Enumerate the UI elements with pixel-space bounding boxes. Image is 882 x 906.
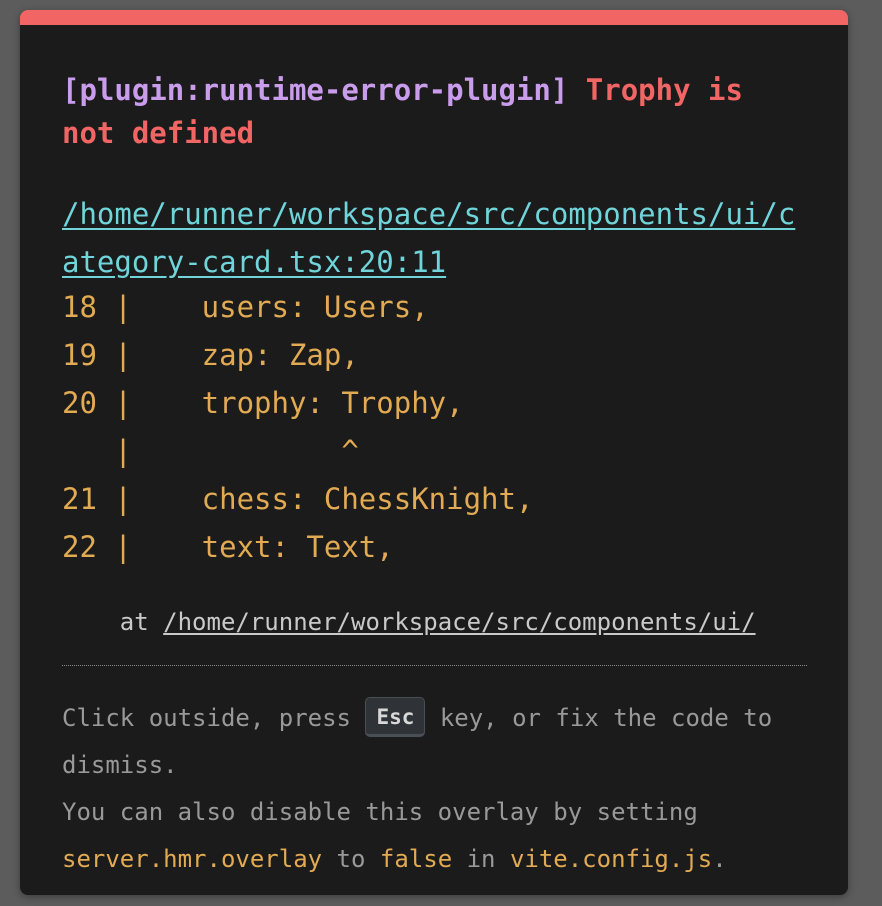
tip-text: . bbox=[712, 845, 727, 873]
error-message: [plugin:runtime-error-plugin] Trophy is … bbox=[62, 69, 782, 155]
setting-value: false bbox=[379, 845, 453, 873]
stack-trace: at /home/runner/workspace/src/components… bbox=[62, 607, 807, 637]
tip-text: Click outside, press bbox=[62, 704, 366, 732]
error-file-link[interactable]: /home/runner/workspace/src/components/ui… bbox=[62, 190, 812, 286]
stack-file-link[interactable]: /home/runner/workspace/src/components/ui… bbox=[163, 608, 755, 636]
code-frame-line: 18 | users: Users, bbox=[62, 290, 429, 324]
dismiss-tip: Click outside, press Esc key, or fix the… bbox=[62, 695, 822, 883]
tip-text: to bbox=[322, 845, 380, 873]
plugin-name: [plugin:runtime-error-plugin] bbox=[62, 73, 569, 107]
divider bbox=[62, 665, 807, 666]
code-frame-line: 21 | chess: ChessKnight, bbox=[62, 482, 534, 516]
code-frame-line: 19 | zap: Zap, bbox=[62, 338, 359, 372]
error-overlay: [plugin:runtime-error-plugin] Trophy is … bbox=[20, 10, 848, 895]
code-frame-caret-line: | ^ bbox=[62, 434, 359, 468]
config-file-name: vite.config.js bbox=[509, 845, 713, 873]
code-frame-line: 22 | text: Text, bbox=[62, 530, 394, 564]
setting-name: server.hmr.overlay bbox=[62, 845, 323, 873]
code-frame-line: 20 | trophy: Trophy, bbox=[62, 386, 464, 420]
tip-text: in bbox=[452, 845, 510, 873]
tip-text: You can also disable this overlay by set… bbox=[62, 798, 698, 826]
esc-key-badge: Esc bbox=[365, 697, 426, 737]
stack-prefix: at bbox=[62, 608, 164, 636]
code-frame: 18 | users: Users, 19 | zap: Zap, 20 | tro… bbox=[62, 283, 533, 571]
